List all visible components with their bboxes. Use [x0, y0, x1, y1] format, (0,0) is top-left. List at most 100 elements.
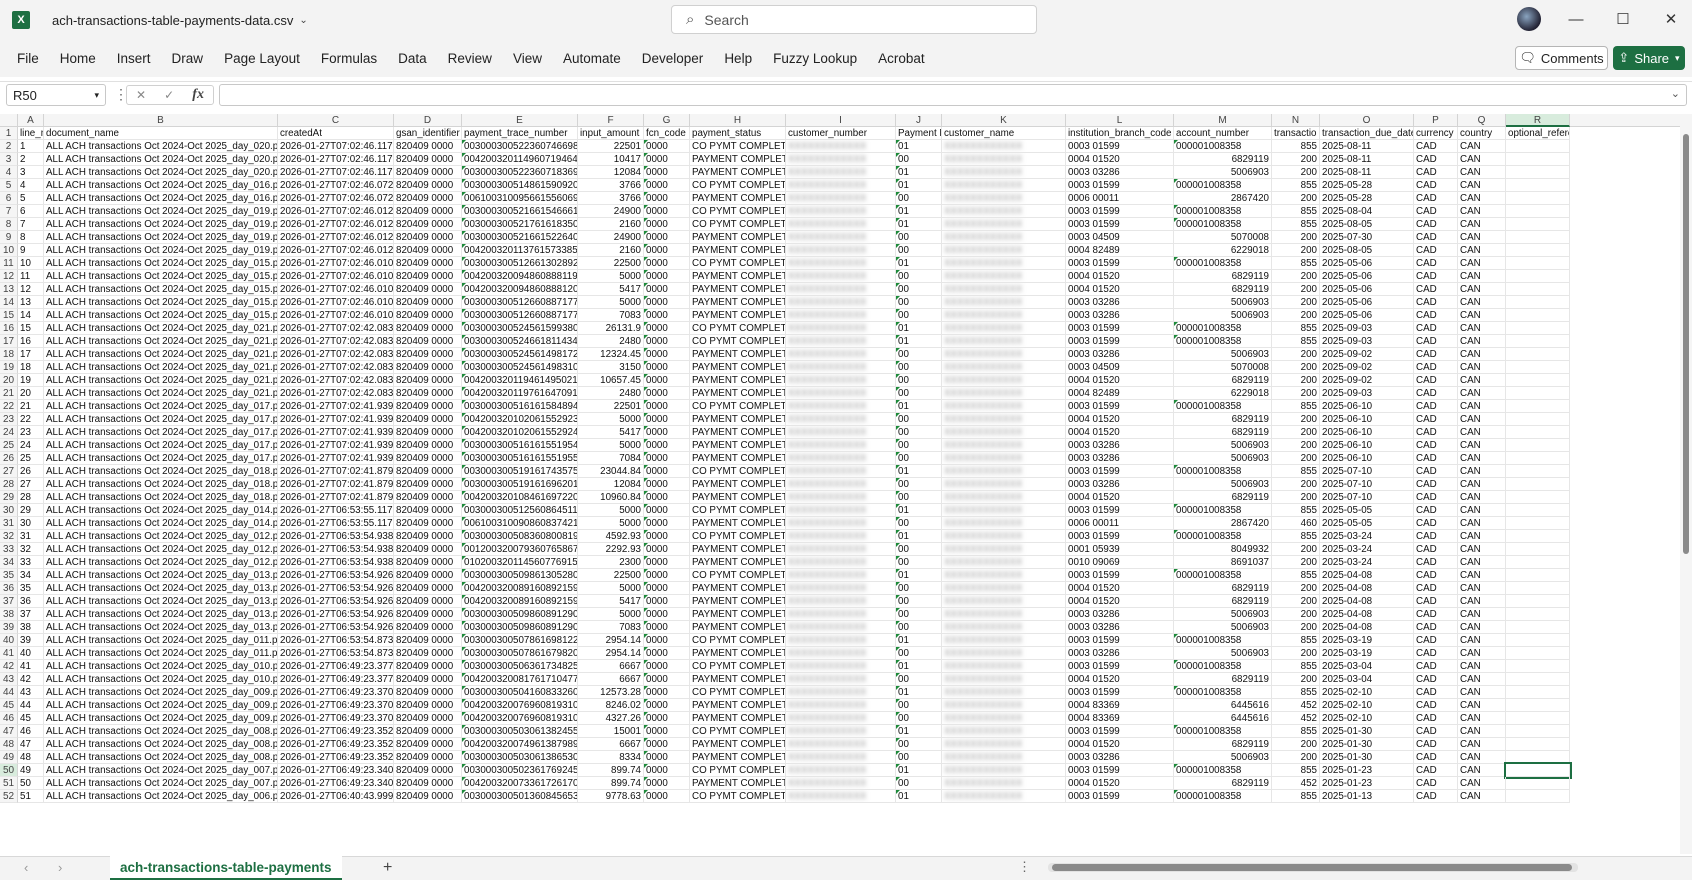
table-cell[interactable]: CAN [1458, 699, 1506, 712]
table-cell[interactable]: 2026-01-27T07:02:46.012 [278, 231, 394, 244]
table-cell[interactable]: ALL ACH transactions Oct 2024-Oct 2025_d… [44, 218, 278, 231]
table-cell[interactable]: 0003 03286 [1066, 296, 1174, 309]
table-cell[interactable]: 0000 [644, 270, 690, 283]
table-cell[interactable]: 0004 01520 [1066, 426, 1174, 439]
table-cell[interactable]: 820409 0000 [394, 465, 462, 478]
table-cell[interactable]: CAN [1458, 465, 1506, 478]
table-cell[interactable]: 820409 0000 [394, 452, 462, 465]
table-cell[interactable]: 200 [1272, 296, 1320, 309]
table-cell[interactable]: 006100310090860837421 [462, 517, 578, 530]
table-cell[interactable]: ALL ACH transactions Oct 2024-Oct 2025_d… [44, 556, 278, 569]
table-cell[interactable]: 452 [1272, 777, 1320, 790]
table-cell[interactable]: XXXXXXXXXXXX [786, 400, 896, 413]
table-cell[interactable]: CO PYMT COMPLETE [690, 660, 786, 673]
table-cell[interactable]: ALL ACH transactions Oct 2024-Oct 2025_d… [44, 504, 278, 517]
table-cell[interactable] [1506, 595, 1570, 608]
table-cell[interactable]: 820409 0000 [394, 608, 462, 621]
row-header[interactable]: 42 [0, 660, 18, 673]
table-cell[interactable] [1504, 762, 1572, 779]
table-cell[interactable]: 2025-01-30 [1320, 725, 1414, 738]
table-cell[interactable]: XXXXXXXXXXXX [942, 543, 1066, 556]
table-cell[interactable] [1506, 387, 1570, 400]
row-header[interactable]: 27 [0, 465, 18, 478]
table-cell[interactable]: CAD [1414, 569, 1458, 582]
table-cell[interactable]: 00 [896, 387, 942, 400]
table-cell[interactable]: CO PYMT COMPLETE [690, 764, 786, 777]
row-header[interactable]: 21 [0, 387, 18, 400]
table-cell[interactable]: 2160 [578, 244, 644, 257]
table-cell[interactable]: XXXXXXXXXXXX [786, 192, 896, 205]
table-cell[interactable] [1506, 140, 1570, 153]
table-cell[interactable]: 5006903 [1174, 166, 1272, 179]
column-header-O[interactable]: O [1320, 114, 1414, 127]
header-cell[interactable]: customer_name [942, 127, 1066, 140]
table-cell[interactable]: CAD [1414, 517, 1458, 530]
chevron-down-icon[interactable]: ⌄ [299, 15, 307, 26]
table-cell[interactable]: CAN [1458, 738, 1506, 751]
table-cell[interactable]: 2026-01-27T07:02:42.083 [278, 361, 394, 374]
table-cell[interactable]: 003000300507861698122 [462, 634, 578, 647]
table-cell[interactable]: 820409 0000 [394, 712, 462, 725]
table-cell[interactable]: 22500 [578, 569, 644, 582]
table-cell[interactable]: XXXXXXXXXXXX [942, 608, 1066, 621]
table-cell[interactable]: 0000 [644, 738, 690, 751]
table-cell[interactable]: 855 [1272, 504, 1320, 517]
row-header[interactable]: 30 [0, 504, 18, 517]
table-cell[interactable]: CAD [1414, 270, 1458, 283]
table-cell[interactable]: 01 [896, 530, 942, 543]
table-cell[interactable]: 9778.63 [578, 790, 644, 803]
table-cell[interactable]: 01 [896, 634, 942, 647]
table-cell[interactable]: CAD [1414, 257, 1458, 270]
table-cell[interactable]: CAN [1458, 634, 1506, 647]
table-cell[interactable]: CAN [1458, 660, 1506, 673]
menu-item-draw[interactable]: Draw [172, 51, 204, 66]
table-cell[interactable]: 0000 [644, 205, 690, 218]
table-cell[interactable]: 6829119 [1174, 595, 1272, 608]
table-cell[interactable]: XXXXXXXXXXXX [786, 283, 896, 296]
table-cell[interactable]: 18 [18, 361, 44, 374]
table-cell[interactable]: 00 [896, 452, 942, 465]
table-cell[interactable]: PAYMENT COMPLETE [690, 712, 786, 725]
table-cell[interactable]: CAD [1414, 608, 1458, 621]
table-cell[interactable]: 200 [1272, 439, 1320, 452]
table-cell[interactable]: 820409 0000 [394, 569, 462, 582]
table-cell[interactable]: 000001008358 [1174, 218, 1272, 231]
table-cell[interactable]: XXXXXXXXXXXX [786, 452, 896, 465]
table-cell[interactable]: 46 [18, 725, 44, 738]
table-cell[interactable]: 2025-08-11 [1320, 153, 1414, 166]
table-cell[interactable] [1506, 543, 1570, 556]
table-cell[interactable]: XXXXXXXXXXXX [942, 621, 1066, 634]
table-cell[interactable]: XXXXXXXXXXXX [942, 738, 1066, 751]
table-cell[interactable]: 004200320102061552923 [462, 413, 578, 426]
table-cell[interactable]: 200 [1272, 738, 1320, 751]
table-cell[interactable]: 32 [18, 543, 44, 556]
table-cell[interactable]: 12324.45 [578, 348, 644, 361]
table-cell[interactable]: 0000 [644, 426, 690, 439]
table-cell[interactable]: 3766 [578, 179, 644, 192]
search-box[interactable]: ⌕ Search [671, 5, 1037, 34]
table-cell[interactable] [1506, 699, 1570, 712]
table-cell[interactable]: CAD [1414, 322, 1458, 335]
table-cell[interactable]: PAYMENT COMPLETE [690, 348, 786, 361]
table-cell[interactable]: CO PYMT COMPLETE [690, 179, 786, 192]
table-cell[interactable]: 27 [18, 478, 44, 491]
table-cell[interactable]: XXXXXXXXXXXX [942, 335, 1066, 348]
table-cell[interactable] [1506, 777, 1570, 790]
table-cell[interactable]: XXXXXXXXXXXX [786, 634, 896, 647]
table-cell[interactable]: CAN [1458, 764, 1506, 777]
table-cell[interactable]: 0004 01520 [1066, 270, 1174, 283]
row-header[interactable]: 17 [0, 335, 18, 348]
table-cell[interactable]: PAYMENT COMPLETE [690, 543, 786, 556]
table-cell[interactable]: 2025-03-24 [1320, 543, 1414, 556]
table-cell[interactable]: 2867420 [1174, 517, 1272, 530]
table-cell[interactable]: 6229018 [1174, 244, 1272, 257]
table-cell[interactable]: 0003 01599 [1066, 504, 1174, 517]
table-cell[interactable]: 000001008358 [1174, 465, 1272, 478]
table-cell[interactable]: XXXXXXXXXXXX [942, 309, 1066, 322]
table-cell[interactable]: 855 [1272, 179, 1320, 192]
table-cell[interactable]: PAYMENT COMPLETE [690, 751, 786, 764]
table-cell[interactable]: 2025-09-03 [1320, 387, 1414, 400]
table-cell[interactable]: ALL ACH transactions Oct 2024-Oct 2025_d… [44, 374, 278, 387]
table-cell[interactable]: 2026-01-27T07:02:42.083 [278, 322, 394, 335]
table-cell[interactable]: 2025-07-10 [1320, 465, 1414, 478]
